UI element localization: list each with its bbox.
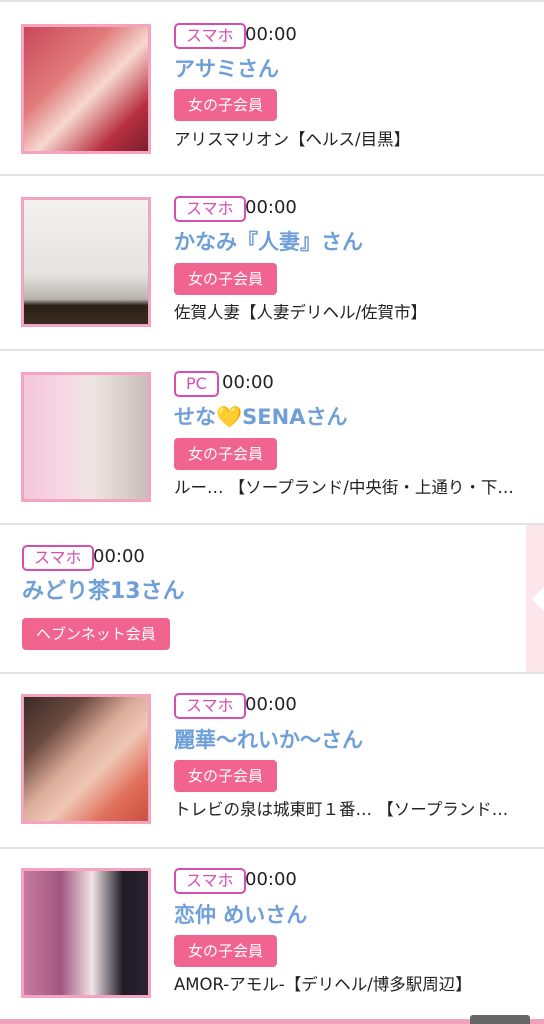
bottom-bar [0, 1019, 544, 1024]
list-item[interactable]: スマホ 00:00 恋仲 めいさん 女の子会員 AMOR-アモル-【デリヘル/博… [0, 849, 544, 1021]
girl-photo[interactable] [21, 24, 151, 154]
list-item[interactable]: スマホ 00:00 かなみ『人妻』さん 女の子会員 佐賀人妻【人妻デリヘル/佐賀… [0, 176, 544, 351]
girl-name-link[interactable]: せな💛SENAさん [174, 402, 347, 432]
shop-info[interactable]: トレビの泉は城東町１番… 【ソープランド… [174, 798, 508, 822]
girl-name-link[interactable]: 麗華〜れいか〜さん [174, 725, 363, 755]
access-time: 00:00 [245, 694, 297, 715]
girl-name-link[interactable]: 恋仲 めいさん [174, 900, 307, 930]
girl-name-prefix: せな [174, 405, 216, 429]
girl-name-link[interactable]: かなみ『人妻』さん [174, 227, 363, 257]
girl-name-suffix: SENAさん [242, 405, 348, 429]
member-badge: 女の子会員 [174, 438, 278, 470]
girl-photo[interactable] [21, 197, 151, 327]
device-tag: スマホ [174, 23, 246, 49]
chevron-left-icon[interactable] [532, 587, 544, 611]
device-tag: スマホ [174, 693, 246, 719]
shop-info[interactable]: ルー… 【ソープランド/中央街・上通り・下… [174, 476, 514, 500]
heart-icon: 💛 [216, 405, 243, 429]
device-tag: スマホ [174, 196, 246, 222]
access-time: 00:00 [245, 24, 297, 45]
girl-photo[interactable] [21, 694, 151, 824]
device-tag: PC [174, 371, 219, 397]
member-badge: 女の子会員 [174, 760, 278, 792]
access-time: 00:00 [93, 546, 145, 567]
device-tag: スマホ [22, 545, 94, 571]
girl-name-link[interactable]: みどり茶13さん [22, 577, 185, 607]
list-item[interactable]: スマホ 00:00 麗華〜れいか〜さん 女の子会員 トレビの泉は城東町１番… 【… [0, 674, 544, 849]
scroll-top-button[interactable] [470, 1015, 530, 1024]
girl-photo[interactable] [21, 868, 151, 998]
access-time: 00:00 [222, 372, 274, 393]
member-badge: 女の子会員 [174, 89, 278, 121]
list-item[interactable]: スマホ 00:00 みどり茶13さん ヘブンネット会員 [0, 525, 544, 674]
shop-info[interactable]: アリスマリオン【ヘルス/目黒】 [174, 128, 410, 152]
girl-name-link[interactable]: アサミさん [174, 54, 279, 84]
list-item[interactable]: PC 00:00 せな💛SENAさん 女の子会員 ルー… 【ソープランド/中央街… [0, 351, 544, 525]
member-badge: ヘブンネット会員 [22, 618, 170, 650]
access-time: 00:00 [245, 869, 297, 890]
shop-info[interactable]: 佐賀人妻【人妻デリヘル/佐賀市】 [174, 301, 427, 325]
girl-photo[interactable] [21, 372, 151, 502]
shop-info[interactable]: AMOR-アモル-【デリヘル/博多駅周辺】 [174, 973, 472, 997]
list-item[interactable]: スマホ 00:00 アサミさん 女の子会員 アリスマリオン【ヘルス/目黒】 [0, 2, 544, 176]
member-badge: 女の子会員 [174, 935, 278, 967]
access-time: 00:00 [245, 197, 297, 218]
member-badge: 女の子会員 [174, 263, 278, 295]
device-tag: スマホ [174, 868, 246, 894]
